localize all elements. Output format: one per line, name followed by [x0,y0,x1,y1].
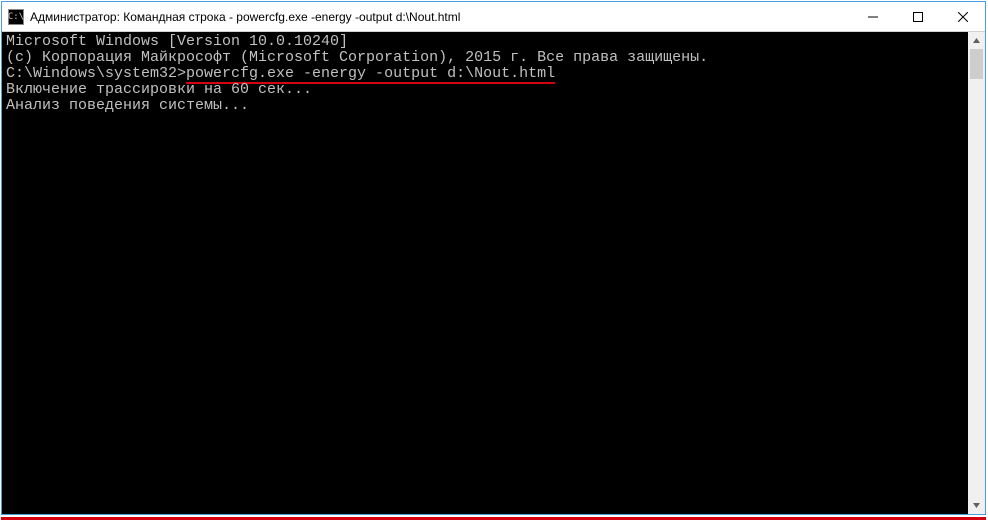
terminal-line: Включение трассировки на 60 сек... [6,82,964,98]
vertical-scrollbar[interactable] [968,32,985,514]
scrollbar-thumb[interactable] [970,49,983,79]
minimize-button[interactable] [850,2,895,31]
command-prompt-window: C:\ Администратор: Командная строка - po… [1,1,986,515]
terminal-line: Анализ поведения системы... [6,98,964,114]
terminal-prompt-line: C:\Windows\system32>powercfg.exe -energy… [6,66,964,82]
close-button[interactable] [940,2,985,31]
titlebar[interactable]: C:\ Администратор: Командная строка - po… [2,2,985,32]
terminal-output[interactable]: Microsoft Windows [Version 10.0.10240](c… [2,32,968,514]
cmd-icon: C:\ [8,9,24,25]
terminal-line: (c) Корпорация Майкрософт (Microsoft Cor… [6,50,964,66]
prompt-text: C:\Windows\system32> [6,65,186,82]
client-area: Microsoft Windows [Version 10.0.10240](c… [2,32,985,514]
window-controls [850,2,985,31]
scroll-up-button[interactable] [968,32,985,49]
window-title: Администратор: Командная строка - powerc… [30,10,850,24]
scroll-down-button[interactable] [968,497,985,514]
terminal-line: Microsoft Windows [Version 10.0.10240] [6,34,964,50]
scrollbar-track[interactable] [968,49,985,497]
maximize-button[interactable] [895,2,940,31]
annotation-underline [1,517,986,520]
